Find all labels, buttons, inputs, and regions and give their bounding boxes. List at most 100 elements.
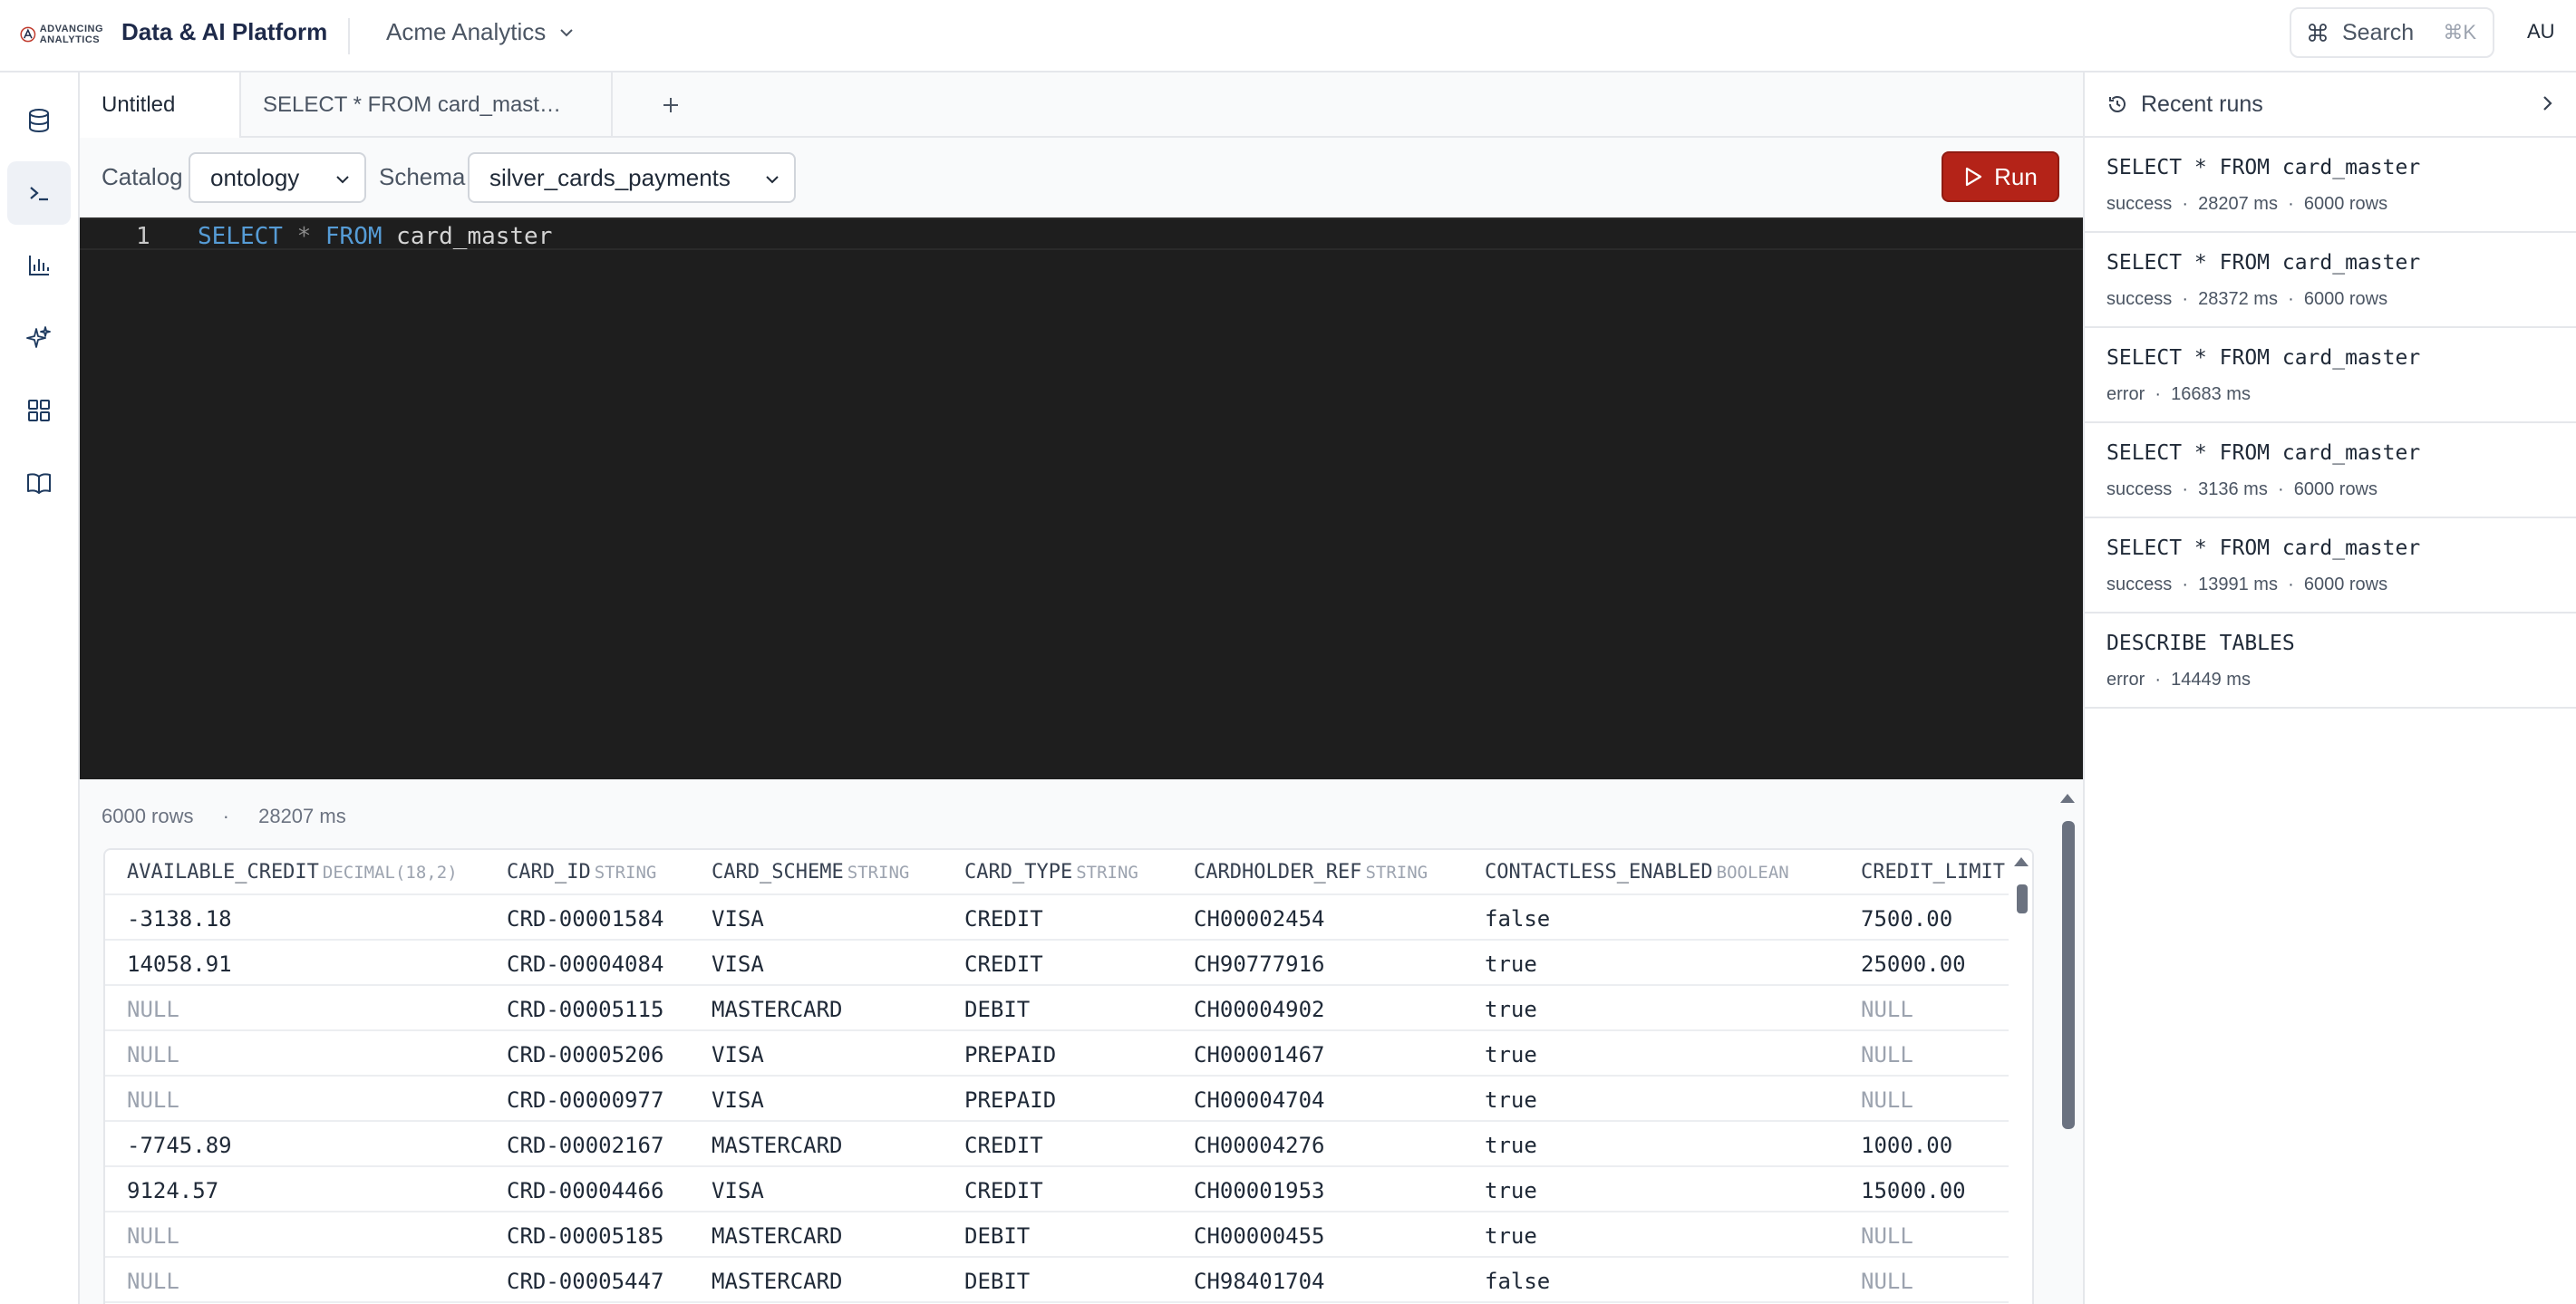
recent-run-item[interactable]: SELECT * FROM card_master error · 16683 m… (2085, 328, 2576, 423)
chevron-right-icon[interactable] (2536, 92, 2558, 114)
column-header[interactable]: CARD_ID STRING (507, 861, 656, 884)
nav-dashboards[interactable] (7, 234, 71, 297)
run-button[interactable]: Run (1942, 151, 2059, 202)
table-cell[interactable]: MASTERCARD (712, 1269, 843, 1294)
recent-run-item[interactable]: SELECT * FROM card_master success · 28207… (2085, 138, 2576, 233)
recent-run-item[interactable]: SELECT * FROM card_master success · 3136 … (2085, 423, 2576, 518)
table-cell[interactable]: NULL (1861, 1042, 1913, 1067)
table-cell[interactable]: CREDIT (964, 1178, 1043, 1203)
table-cell[interactable]: CRD-00005206 (507, 1042, 663, 1067)
nav-data[interactable] (7, 89, 71, 152)
column-header[interactable]: CARD_SCHEME STRING (712, 861, 909, 884)
tab-untitled[interactable]: Untitled (80, 72, 241, 138)
table-cell[interactable]: 1000.00 (1861, 1133, 1952, 1158)
table-cell[interactable]: NULL (127, 1269, 179, 1294)
table-cell[interactable]: CH00004902 (1194, 997, 1325, 1022)
table-cell[interactable]: NULL (127, 1223, 179, 1249)
table-row[interactable]: 9124.57 CRD-00004466 VISA CREDIT CH00001953 t… (105, 1167, 2009, 1212)
table-cell[interactable]: MASTERCARD (712, 997, 843, 1022)
table-cell[interactable]: DEBIT (964, 1269, 1030, 1294)
column-header[interactable]: CREDIT_LIMIT (1861, 861, 2009, 884)
table-cell[interactable]: CH00004276 (1194, 1133, 1325, 1158)
column-header[interactable]: CONTACTLESS_ENABLED BOOLEAN (1485, 861, 1789, 884)
table-cell[interactable]: NULL (127, 1042, 179, 1067)
scrollbar-thumb[interactable] (2017, 884, 2028, 913)
scroll-up-arrow-icon[interactable] (2060, 794, 2075, 803)
table-cell[interactable]: PREPAID (964, 1042, 1056, 1067)
table-cell[interactable]: true (1485, 1223, 1537, 1249)
table-row[interactable]: NULL CRD-00005447 MASTERCARD DEBIT CH9840170… (105, 1258, 2009, 1303)
table-cell[interactable]: PREPAID (964, 1087, 1056, 1113)
table-row[interactable]: NULL CRD-00000977 VISA PREPAID CH00004704 tru… (105, 1077, 2009, 1122)
table-cell[interactable]: true (1485, 997, 1537, 1022)
table-cell[interactable]: CH00002454 (1194, 906, 1325, 932)
table-cell[interactable]: false (1485, 906, 1550, 932)
table-cell[interactable]: DEBIT (964, 1223, 1030, 1249)
table-cell[interactable]: CRD-00002167 (507, 1133, 663, 1158)
table-cell[interactable]: CH00001953 (1194, 1178, 1325, 1203)
company-logo[interactable]: ADVANCING ANALYTICS (20, 16, 103, 53)
nav-docs[interactable] (7, 451, 71, 515)
column-header[interactable]: CARD_TYPE STRING (964, 861, 1138, 884)
nav-apps[interactable] (7, 379, 71, 442)
table-cell[interactable]: CREDIT (964, 951, 1043, 977)
table-cell[interactable]: CH00004704 (1194, 1087, 1325, 1113)
table-cell[interactable]: CH00001467 (1194, 1042, 1325, 1067)
table-cell[interactable]: VISA (712, 1087, 764, 1113)
table-cell[interactable]: NULL (127, 1087, 179, 1113)
table-row[interactable]: NULL CRD-00005115 MASTERCARD DEBIT CH0000490… (105, 986, 2009, 1031)
table-cell[interactable]: NULL (127, 997, 179, 1022)
schema-select[interactable]: silver_cards_payments (468, 152, 796, 203)
table-cell[interactable]: NULL (1861, 997, 1913, 1022)
table-cell[interactable]: MASTERCARD (712, 1133, 843, 1158)
table-cell[interactable]: true (1485, 1042, 1537, 1067)
table-cell[interactable]: VISA (712, 1178, 764, 1203)
table-cell[interactable]: NULL (1861, 1223, 1913, 1249)
table-cell[interactable]: CH00000455 (1194, 1223, 1325, 1249)
table-cell[interactable]: CH98401704 (1194, 1269, 1325, 1294)
table-cell[interactable]: VISA (712, 951, 764, 977)
table-cell[interactable]: 25000.00 (1861, 951, 1966, 977)
workspace-switcher[interactable]: Acme Analytics (386, 18, 575, 46)
table-cell[interactable]: false (1485, 1269, 1550, 1294)
table-scrollbar[interactable] (2009, 850, 2032, 1304)
table-cell[interactable]: NULL (1861, 1269, 1913, 1294)
table-cell[interactable]: true (1485, 951, 1537, 977)
table-cell[interactable]: CRD-00005185 (507, 1223, 663, 1249)
recent-run-item[interactable]: DESCRIBE TABLES error · 14449 ms (2085, 613, 2576, 709)
table-cell[interactable]: CREDIT (964, 906, 1043, 932)
table-row[interactable]: -7745.89 CRD-00002167 MASTERCARD CREDIT CH00… (105, 1122, 2009, 1167)
table-cell[interactable]: CRD-00001584 (507, 906, 663, 932)
catalog-select[interactable]: ontology (189, 152, 366, 203)
code-line[interactable]: SELECT * FROM card_master (198, 223, 552, 250)
sql-editor[interactable]: 1 SELECT * FROM card_master (80, 217, 2083, 779)
table-cell[interactable]: 7500.00 (1861, 906, 1952, 932)
table-row[interactable]: -3138.18 CRD-00001584 VISA CREDIT CH00002454… (105, 895, 2009, 941)
table-cell[interactable]: VISA (712, 1042, 764, 1067)
table-cell[interactable]: -3138.18 (127, 906, 232, 932)
table-cell[interactable]: CRD-00005115 (507, 997, 663, 1022)
user-avatar[interactable]: AU (2527, 20, 2555, 43)
table-cell[interactable]: CRD-00000977 (507, 1087, 663, 1113)
search-button[interactable]: Search ⌘K (2290, 7, 2494, 58)
column-header[interactable]: CARDHOLDER_REF STRING (1194, 861, 1428, 884)
table-cell[interactable]: true (1485, 1133, 1537, 1158)
table-cell[interactable]: CRD-00005447 (507, 1269, 663, 1294)
scroll-up-arrow-icon[interactable] (2014, 857, 2029, 866)
table-cell[interactable]: DEBIT (964, 997, 1030, 1022)
new-tab-button[interactable] (634, 72, 707, 138)
table-row[interactable]: NULL CRD-00005206 VISA PREPAID CH00001467 tru… (105, 1031, 2009, 1077)
recent-run-item[interactable]: SELECT * FROM card_master success · 13991… (2085, 518, 2576, 613)
table-cell[interactable]: true (1485, 1178, 1537, 1203)
table-row[interactable]: NULL CRD-00005185 MASTERCARD DEBIT CH0000045… (105, 1212, 2009, 1258)
results-scrollbar[interactable] (2056, 787, 2079, 1149)
table-cell[interactable]: VISA (712, 906, 764, 932)
table-cell[interactable]: CH90777916 (1194, 951, 1325, 977)
table-cell[interactable]: true (1485, 1087, 1537, 1113)
table-cell[interactable]: 9124.57 (127, 1178, 218, 1203)
table-cell[interactable]: CRD-00004466 (507, 1178, 663, 1203)
nav-ai[interactable] (7, 306, 71, 370)
recent-run-item[interactable]: SELECT * FROM card_master success · 28372… (2085, 233, 2576, 328)
tab-card-master-query[interactable]: SELECT * FROM card_mast… (241, 72, 613, 138)
table-row[interactable]: 14058.91 CRD-00004084 VISA CREDIT CH90777916… (105, 941, 2009, 986)
